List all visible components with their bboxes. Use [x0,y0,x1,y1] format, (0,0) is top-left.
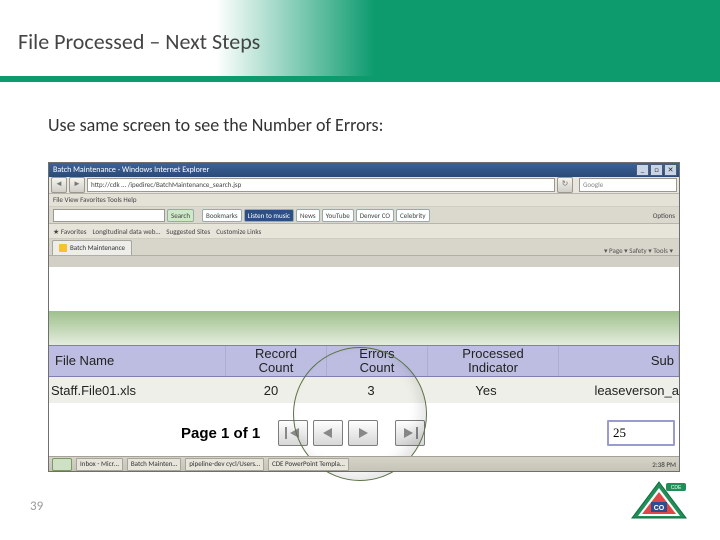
taskbar-item[interactable]: Batch Mainten… [127,458,181,471]
fav-link-2[interactable]: Suggested Sites [166,227,210,236]
cell-record-count: 20 [221,383,321,398]
tab-bar: Batch Maintenance ▾ Page ▾ Safety ▾ Tool… [49,239,679,256]
tb-bookmarks[interactable]: Bookmarks [202,209,242,222]
favorites-label[interactable]: ★ Favorites [53,227,86,236]
slide-subtitle: Use same screen to see the Number of Err… [48,114,383,136]
page-size-select[interactable]: 25 [607,420,675,446]
svg-text:CDE: CDE [671,485,682,491]
pager-next-button[interactable] [348,420,378,446]
start-button[interactable] [52,458,72,471]
favorites-bar: ★ Favorites Longitudinal data web… Sugge… [49,224,679,239]
tb-news[interactable]: News [296,209,320,222]
tab-batch-maintenance[interactable]: Batch Maintenance [52,240,132,255]
taskbar-item[interactable]: Inbox - Micr… [76,458,123,471]
nav-back-button[interactable]: ◄ [51,177,67,193]
cde-logo: CO CDE [630,480,688,520]
cell-processed: Yes [421,383,551,398]
window-title: Batch Maintenance - Windows Internet Exp… [53,165,209,175]
th-submitter[interactable]: Sub [559,346,679,376]
th-processed-indicator[interactable]: ProcessedIndicator [428,346,559,376]
tb-search-button[interactable]: Search [167,209,194,222]
tb-options[interactable]: Options [653,211,675,220]
cell-errors-count: 3 [321,383,421,398]
maximize-button[interactable]: □ [650,164,663,176]
url-field[interactable]: http://cdk … /ipedirec/BatchMaintenance_… [87,178,555,192]
th-file-name[interactable]: File Name [49,346,226,376]
pager-prev-button[interactable] [313,420,343,446]
tab-label: Batch Maintenance [70,241,125,255]
address-bar: ◄ ► http://cdk … /ipedirec/BatchMaintena… [49,177,679,194]
refresh-button[interactable]: ↻ [557,177,573,193]
slide-title: File Processed – Next Steps [18,28,260,55]
browser-search-field[interactable]: Google [579,178,677,192]
taskbar-item[interactable]: CDE PowerPoint Templa… [268,458,349,471]
tb-youtube[interactable]: YouTube [322,209,354,222]
table-row[interactable]: Staff.File01.xls 20 3 Yes leaseverson_a [49,377,679,403]
slide-page-number: 39 [30,499,43,514]
th-errors-count[interactable]: ErrorsCount [327,346,428,376]
windows-taskbar: Inbox - Micr… Batch Mainten… pipeline-de… [49,456,679,471]
google-toolbar: Search Bookmarks Listen to music News Yo… [49,207,679,224]
browser-window: Batch Maintenance - Windows Internet Exp… [48,162,680,472]
tab-utility-buttons[interactable]: ▾ Page ▾ Safety ▾ Tools ▾ [598,246,679,255]
nav-forward-button[interactable]: ► [69,177,85,193]
pager-first-button[interactable] [278,420,308,446]
tb-celebrity[interactable]: Celebrity [396,209,430,222]
th-record-count[interactable]: RecordCount [226,346,327,376]
pager: Page 1 of 1 25 [49,415,679,451]
menu-bar[interactable]: File View Favorites Tools Help [49,194,679,207]
fav-link-3[interactable]: Customize Links [216,227,261,236]
tab-favicon-icon [59,244,67,252]
svg-text:CO: CO [654,505,665,512]
table-header-row: File Name RecordCount ErrorsCount Proces… [49,345,679,377]
cell-submitter: leaseverson_a [551,383,679,398]
window-titlebar: Batch Maintenance - Windows Internet Exp… [49,163,679,177]
minimize-button[interactable]: _ [636,164,649,176]
tb-weather[interactable]: Denver CO [356,209,394,222]
cell-file-name: Staff.File01.xls [49,383,221,398]
close-button[interactable]: ✕ [664,164,677,176]
fav-link-1[interactable]: Longitudinal data web… [92,227,160,236]
taskbar-item[interactable]: pipeline-dev cycl/Users… [185,458,264,471]
taskbar-clock: 2:38 PM [652,460,676,469]
tb-listen[interactable]: Listen to music [244,209,294,222]
page-content: File Name RecordCount ErrorsCount Proces… [49,267,679,457]
pager-last-button[interactable] [395,420,425,446]
pager-label: Page 1 of 1 [181,425,260,442]
